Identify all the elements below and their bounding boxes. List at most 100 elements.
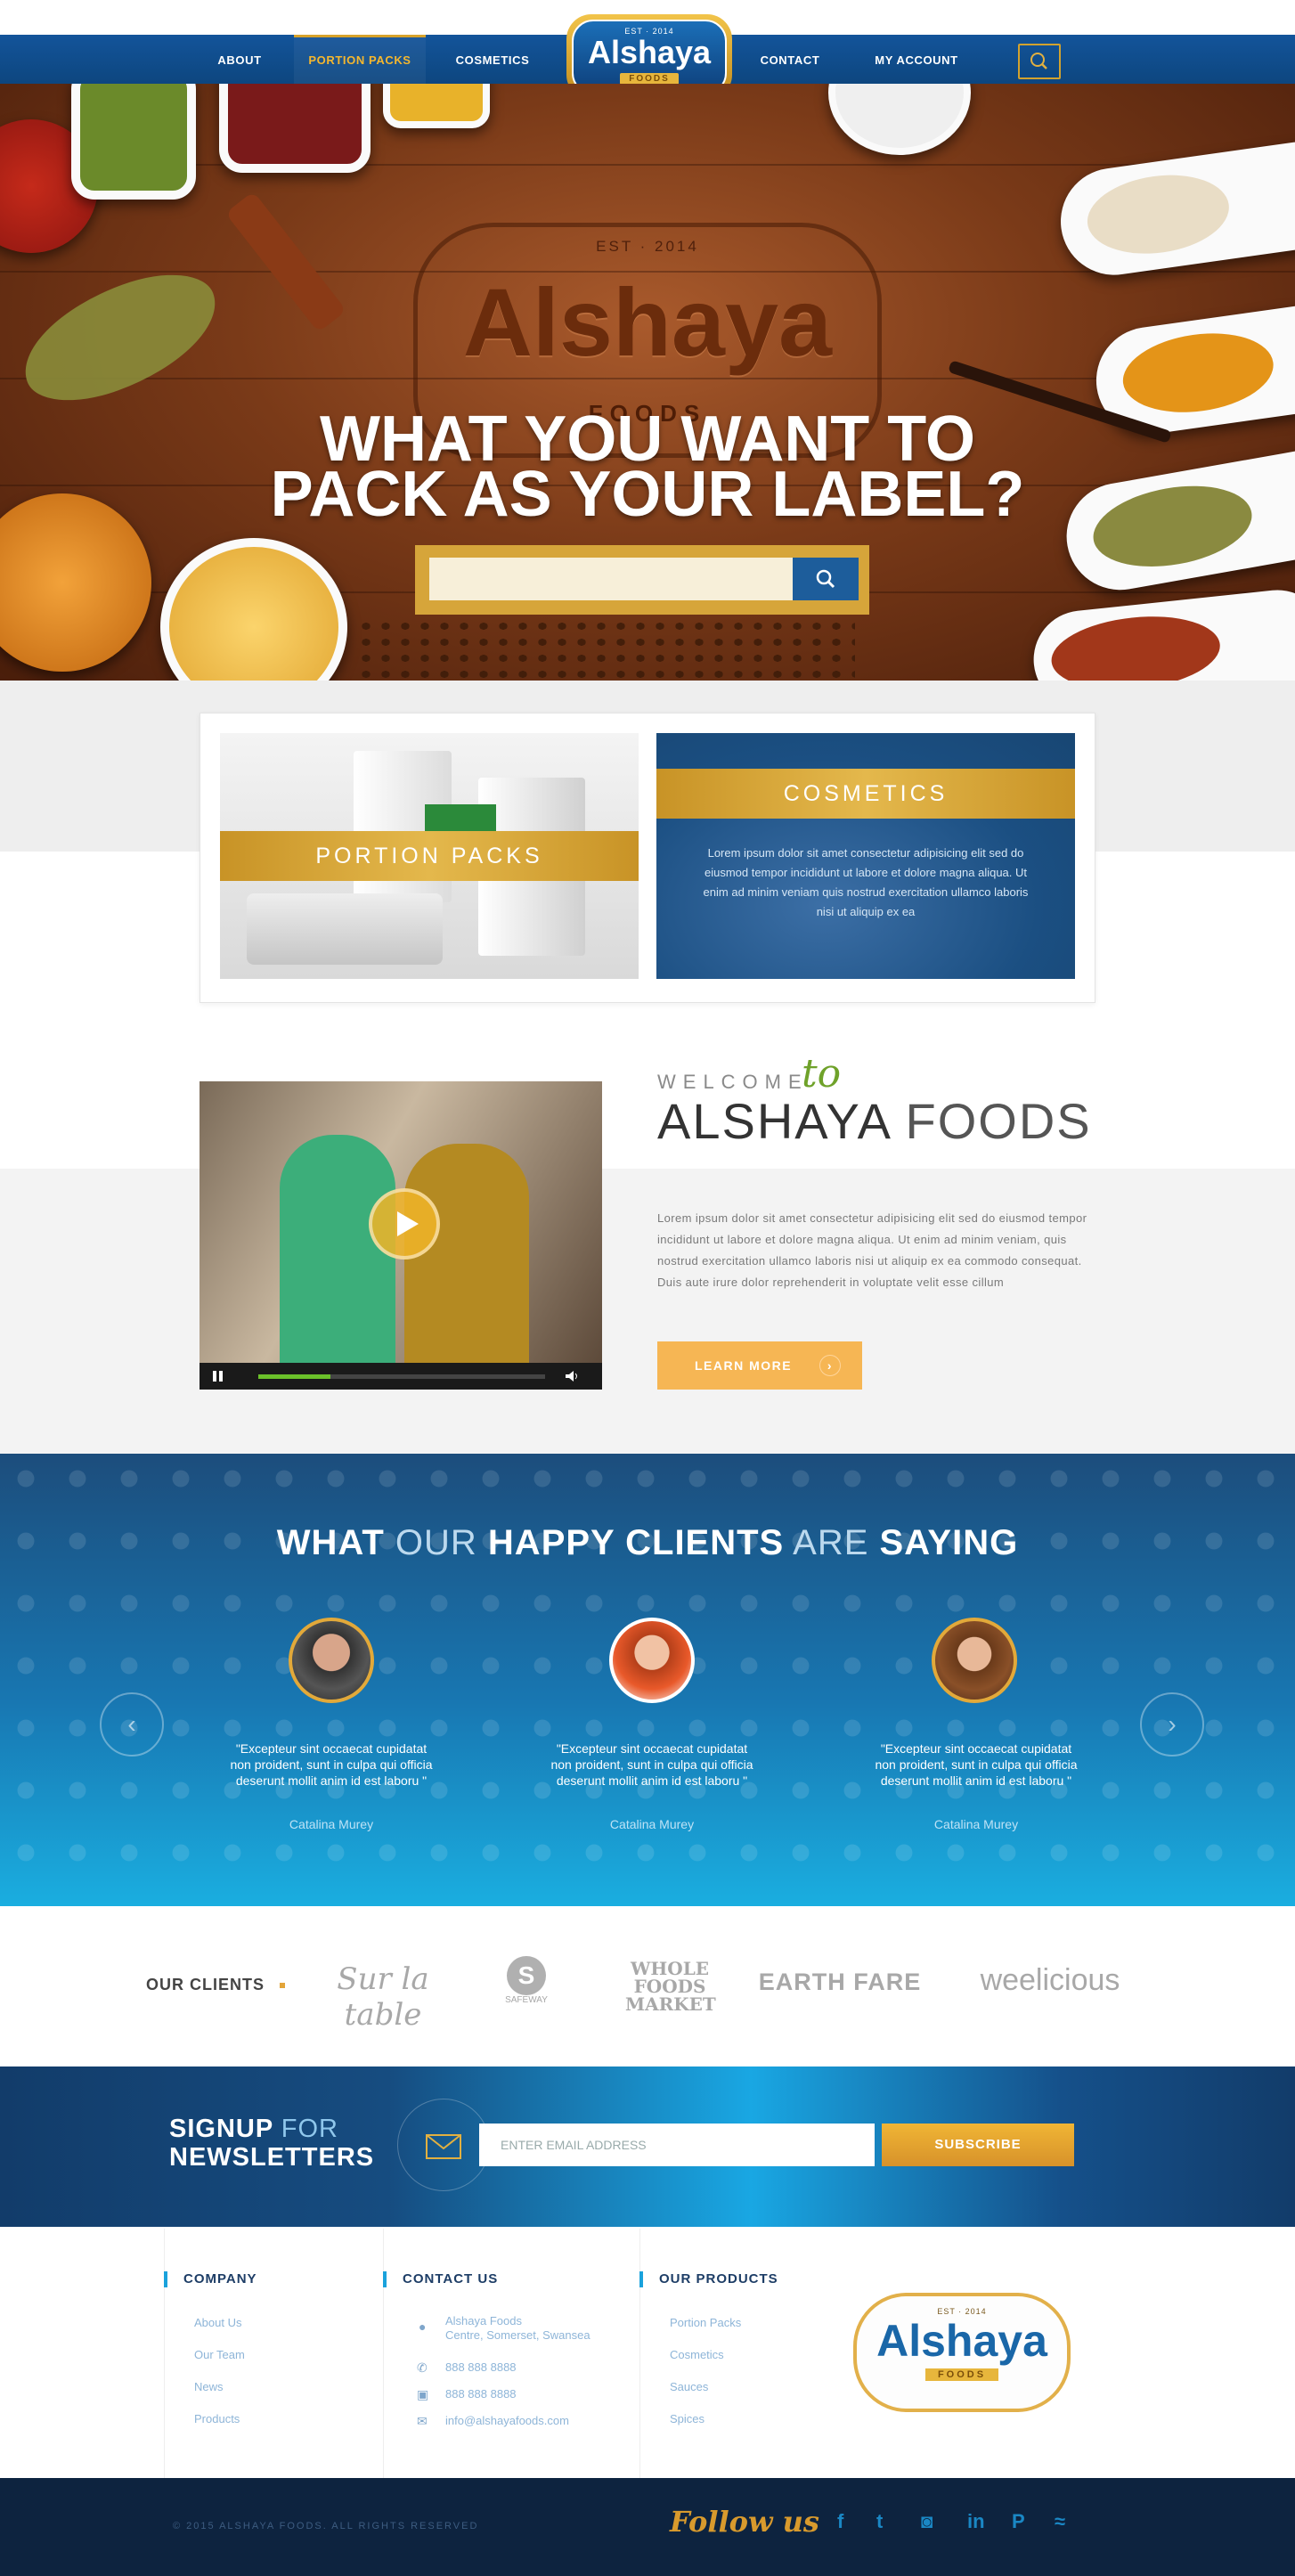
nav-about[interactable]: ABOUT: [201, 35, 278, 86]
salt-bowl: [828, 84, 971, 155]
newsletter-signup: SIGNUP: [169, 2115, 273, 2143]
avatar: [609, 1618, 695, 1703]
phone-icon: ✆: [417, 2360, 428, 2375]
welcome-title-light: FOODS: [905, 1093, 1092, 1149]
safeway-icon: S: [507, 1956, 546, 1995]
client-logo-sur-la-table[interactable]: Sur la table: [312, 1961, 454, 2033]
testimonial-name-2: Catalina Murey: [609, 1817, 695, 1831]
testimonial-next-button[interactable]: ›: [1140, 1692, 1204, 1757]
spice-bowl-cardamom: [71, 84, 196, 200]
category-frame: PORTION PACKS COSMETICS Lorem ipsum dolo…: [200, 713, 1095, 1003]
footer-link-team[interactable]: Our Team: [194, 2348, 245, 2361]
welcome-pre: WELCOME: [657, 1071, 809, 1093]
rss-icon[interactable]: ≈: [1055, 2510, 1065, 2533]
play-icon: [397, 1211, 419, 1236]
subscribe-button[interactable]: SUBSCRIBE: [882, 2124, 1074, 2166]
video-play-button[interactable]: [369, 1188, 440, 1259]
footer-logo-name: Alshaya: [876, 2316, 1047, 2366]
welcome-title-bold: ALSHAYA: [657, 1093, 890, 1149]
footer-fax: 888 888 8888: [445, 2387, 517, 2401]
newsletter-newsletters: NEWSLETTERS: [169, 2143, 375, 2172]
footer-link-products[interactable]: Products: [194, 2412, 240, 2425]
video-progress-track[interactable]: [258, 1374, 545, 1379]
footer-link-cosmetics[interactable]: Cosmetics: [670, 2348, 724, 2361]
cosmetics-card[interactable]: COSMETICS Lorem ipsum dolor sit amet con…: [656, 733, 1075, 979]
clients-dot: [280, 1983, 285, 1988]
footer-logo-foods: FOODS: [924, 2368, 999, 2381]
hero-headline-line2: PACK AS YOUR LABEL?: [270, 459, 1025, 530]
cosmetics-description: Lorem ipsum dolor sit amet consectetur a…: [703, 846, 1029, 918]
nav-contact[interactable]: CONTACT: [748, 35, 832, 86]
emblem-est: EST · 2014: [596, 238, 699, 255]
newsletter-for: FOR: [281, 2115, 338, 2143]
testimonial-quote-2: "Excepteur sint occaecat cupidatat non p…: [550, 1741, 753, 1788]
volume-icon[interactable]: [565, 1370, 579, 1382]
footer-address-line1: Alshaya Foods: [445, 2314, 522, 2327]
footer-email[interactable]: info@alshayafoods.com: [445, 2414, 569, 2427]
spice-bowl-berries: [219, 84, 371, 173]
client-logo-earth-fare[interactable]: EARTH FARE: [755, 1969, 924, 1996]
logo-name: Alshaya: [587, 34, 712, 70]
title-happy-clients: HAPPY CLIENTS: [487, 1523, 785, 1562]
copyright: © 2015 ALSHAYA FOODS. ALL RIGHTS RESERVE…: [173, 2521, 479, 2531]
instagram-icon[interactable]: ◙: [921, 2510, 933, 2533]
mail-icon: ✉: [417, 2414, 428, 2428]
fax-icon: ▣: [417, 2387, 429, 2401]
footer-company-title: COMPANY: [164, 2271, 257, 2287]
client-logo-safeway[interactable]: S SAFEWAY: [495, 1956, 558, 2005]
video-progress-fill: [258, 1374, 330, 1379]
welcome-band: [0, 1169, 1295, 1454]
welcome-body: Lorem ipsum dolor sit amet consectetur a…: [657, 1211, 1087, 1289]
client-logo-whole-foods[interactable]: WHOLE FOODS MARKET: [625, 1960, 716, 2013]
video-player[interactable]: [200, 1081, 602, 1390]
twitter-icon[interactable]: t: [876, 2510, 883, 2533]
facebook-icon[interactable]: f: [837, 2510, 843, 2533]
title-are: ARE: [793, 1523, 869, 1562]
footer-products-title: OUR PRODUCTS: [639, 2271, 778, 2287]
learn-more-button[interactable]: LEARN MORE ›: [657, 1341, 862, 1390]
title-what: WHAT: [276, 1523, 385, 1562]
testimonials-title: WHAT OUR HAPPY CLIENTS ARE SAYING: [0, 1523, 1295, 1563]
pinterest-icon[interactable]: P: [1012, 2510, 1025, 2533]
footer-phone[interactable]: 888 888 8888: [445, 2360, 517, 2374]
testimonial-name-1: Catalina Murey: [289, 1817, 374, 1831]
search-icon: [816, 569, 835, 589]
portion-packs-card[interactable]: PORTION PACKS: [220, 733, 639, 979]
nav-search-button[interactable]: [1018, 44, 1061, 79]
footer-logo[interactable]: EST · 2014 Alshaya FOODS: [853, 2293, 1071, 2412]
rice-spoon: [1054, 135, 1295, 282]
footer-link-spices[interactable]: Spices: [670, 2412, 705, 2425]
avatar: [289, 1618, 374, 1703]
cosmetics-label: COSMETICS: [656, 769, 1075, 819]
nav-portion-packs[interactable]: PORTION PACKS: [294, 35, 426, 86]
footer-link-about[interactable]: About Us: [194, 2316, 241, 2329]
client-logo-weelicious[interactable]: weelicious: [965, 1963, 1135, 1998]
footer-address-line2: Centre, Somerset, Swansea: [445, 2328, 590, 2342]
nav-cosmetics[interactable]: COSMETICS: [442, 35, 543, 86]
footer-link-portion-packs[interactable]: Portion Packs: [670, 2316, 741, 2329]
footer-logo-est: EST · 2014: [937, 2307, 987, 2316]
hero-search-button[interactable]: [793, 558, 859, 600]
newsletter-email-input[interactable]: ENTER EMAIL ADDRESS: [479, 2124, 875, 2166]
linkedin-icon[interactable]: in: [967, 2510, 985, 2533]
our-clients-label: OUR CLIENTS: [146, 1976, 265, 1993]
newsletter-icon-circle: [397, 2099, 490, 2191]
follow-us-label: Follow us: [670, 2505, 819, 2539]
newsletter-title: SIGNUP FOR NEWSLETTERS: [169, 2115, 374, 2172]
nav-my-account[interactable]: MY ACCOUNT: [859, 35, 974, 86]
location-icon: ●: [419, 2319, 427, 2334]
testimonial-name-3: Catalina Murey: [933, 1817, 1019, 1831]
cinnamon-sticks: [224, 191, 347, 333]
testimonial-prev-button[interactable]: ‹: [100, 1692, 164, 1757]
footer-link-news[interactable]: News: [194, 2380, 224, 2393]
testimonial-quote-3: "Excepteur sint occaecat cupidatat non p…: [875, 1741, 1078, 1788]
title-our: OUR: [395, 1523, 477, 1562]
learn-more-label: LEARN MORE: [695, 1358, 793, 1373]
footer-link-sauces[interactable]: Sauces: [670, 2380, 708, 2393]
video-controls: [200, 1363, 602, 1390]
pouch-pile: [247, 893, 443, 965]
pause-icon[interactable]: [212, 1370, 224, 1382]
spice-bowl-yellow: [383, 84, 490, 128]
footer-divider: [639, 2229, 640, 2478]
hero-search-input[interactable]: [429, 558, 793, 600]
